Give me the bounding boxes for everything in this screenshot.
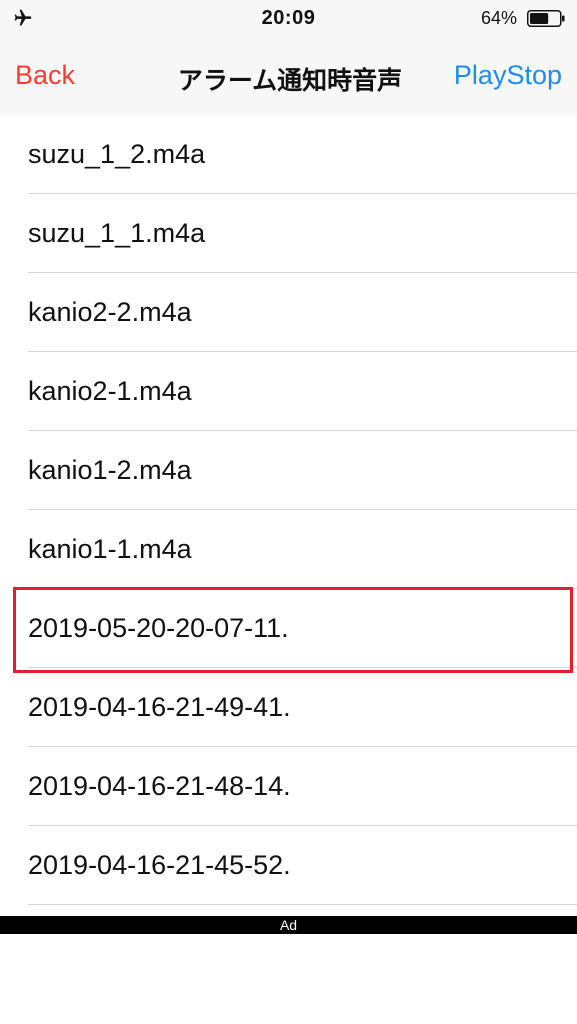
file-name: kanio1-2.m4a [28, 455, 192, 485]
list-item[interactable]: kanio2-1.m4a [0, 352, 577, 431]
file-name: suzu_1_1.m4a [28, 218, 206, 248]
list-item[interactable]: 2019-04-16-21-49-41. [0, 668, 577, 747]
list-item[interactable]: suzu_1_2.m4a [0, 115, 577, 194]
status-bar: 20:09 64% [0, 0, 577, 37]
back-button[interactable]: Back [15, 60, 75, 91]
file-list: suzu_1_2.m4a suzu_1_1.m4a kanio2-2.m4a k… [0, 115, 577, 905]
file-name: 2019-04-16-21-45-52. [28, 850, 291, 880]
list-item[interactable]: kanio1-1.m4a [0, 510, 577, 589]
file-name: 2019-05-20-20-07-11. [28, 613, 289, 643]
list-item[interactable]: kanio2-2.m4a [0, 273, 577, 352]
file-name: kanio1-1.m4a [28, 534, 192, 564]
list-item[interactable]: kanio1-2.m4a [0, 431, 577, 510]
list-item-highlighted[interactable]: 2019-05-20-20-07-11. [0, 589, 577, 668]
battery-icon [527, 10, 565, 27]
list-item[interactable]: 2019-04-16-21-45-52. [0, 826, 577, 905]
file-name: kanio2-2.m4a [28, 297, 192, 327]
file-name: suzu_1_2.m4a [28, 139, 206, 169]
play-stop-button[interactable]: PlayStop [454, 60, 562, 91]
navigation-bar: Back アラーム通知時音声 PlayStop [0, 37, 577, 115]
battery-percentage: 64% [480, 8, 517, 28]
list-item[interactable]: suzu_1_1.m4a [0, 194, 577, 273]
ad-banner[interactable]: Ad [0, 916, 577, 934]
ad-label: Ad [279, 917, 298, 933]
file-name: kanio2-1.m4a [28, 376, 192, 406]
page-title: アラーム通知時音声 [177, 67, 403, 95]
file-name: 2019-04-16-21-49-41. [28, 692, 291, 722]
file-name: 2019-04-16-21-48-14. [28, 771, 291, 801]
list-item[interactable]: 2019-04-16-21-48-14. [0, 747, 577, 826]
